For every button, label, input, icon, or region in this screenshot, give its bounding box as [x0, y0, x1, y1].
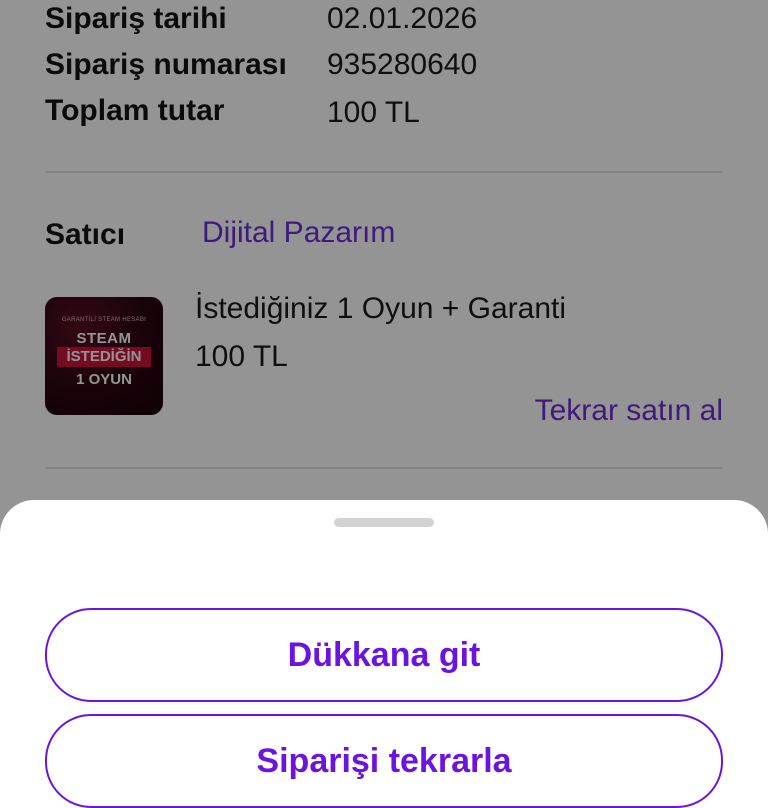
bottom-sheet: Dükkana git Siparişi tekrarla [0, 500, 768, 808]
reorder-button[interactable]: Siparişi tekrarla [45, 714, 723, 808]
go-to-shop-button[interactable]: Dükkana git [45, 608, 723, 702]
drag-handle[interactable] [334, 518, 434, 527]
